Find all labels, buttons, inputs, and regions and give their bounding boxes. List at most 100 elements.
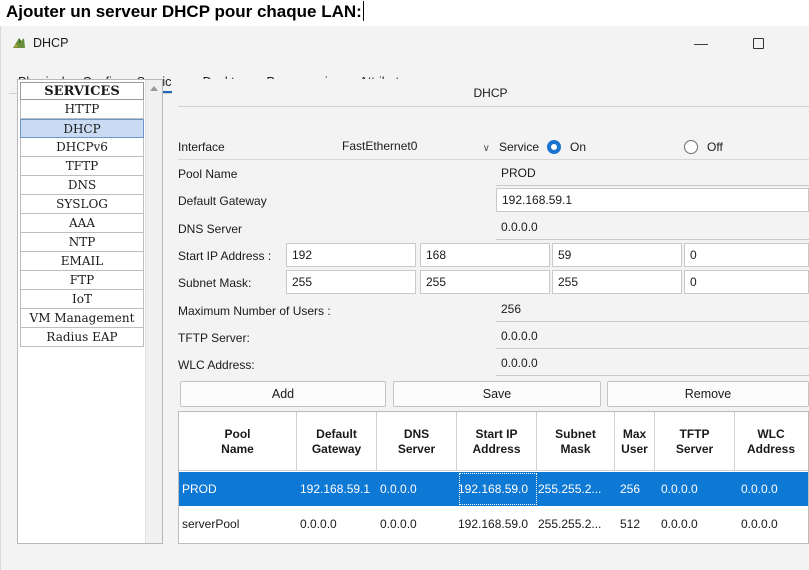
table-row[interactable]: PROD 192.168.59.1 0.0.0.0 192.168.59.0 2… — [179, 472, 808, 506]
tftp-label: TFTP Server: — [178, 331, 250, 345]
dns-input[interactable]: 0.0.0.0 — [496, 216, 809, 240]
table-cell: 255.255.2... — [538, 482, 602, 496]
chevron-down-icon: ∨ — [482, 143, 490, 154]
service-off-label: Off — [707, 140, 723, 154]
pool-table: Pool Name Default Gateway DNS Server Sta… — [178, 411, 809, 544]
column-header-label: TFTP Server — [675, 426, 714, 456]
column-header-pool-name[interactable]: Pool Name — [179, 412, 297, 471]
table-cell: PROD — [182, 482, 217, 496]
wlc-label: WLC Address: — [178, 358, 255, 372]
service-item-dhcpv6[interactable]: DHCPv6 — [20, 138, 144, 157]
start-ip-octet-2[interactable]: 168 — [420, 243, 550, 267]
subnet-octet-4[interactable]: 0 — [684, 270, 809, 294]
table-cell: 0.0.0.0 — [380, 482, 417, 496]
start-ip-octet-3[interactable]: 59 — [552, 243, 682, 267]
service-item-tftp[interactable]: TFTP — [20, 157, 144, 176]
router-icon — [13, 38, 25, 48]
table-row[interactable]: serverPool 0.0.0.0 0.0.0.0 192.168.59.0 … — [179, 507, 808, 541]
start-ip-octet-4[interactable]: 0 — [684, 243, 809, 267]
service-item-ftp[interactable]: FTP — [20, 271, 144, 290]
service-item-aaa[interactable]: AAA — [20, 214, 144, 233]
service-item-http[interactable]: HTTP — [20, 100, 144, 119]
column-header-label: Subnet Mask — [555, 426, 596, 456]
maximize-icon — [752, 37, 764, 49]
table-cell: 0.0.0.0 — [661, 482, 698, 496]
services-header: SERVICES — [20, 82, 144, 100]
column-header-subnet-mask[interactable]: Subnet Mask — [537, 412, 615, 471]
table-cell: serverPool — [182, 517, 240, 531]
subnet-octet-2[interactable]: 255 — [420, 270, 550, 294]
tftp-input[interactable]: 0.0.0.0 — [496, 325, 809, 349]
subnet-label: Subnet Mask: — [178, 276, 252, 290]
window-title: DHCP — [33, 36, 69, 50]
service-item-dhcp[interactable]: DHCP — [20, 119, 144, 138]
column-header-start-ip[interactable]: Start IP Address — [457, 412, 537, 471]
gateway-label: Default Gateway — [178, 194, 267, 208]
minimize-button[interactable]: — — [681, 30, 721, 56]
column-header-default-gateway[interactable]: Default Gateway — [297, 412, 377, 471]
column-header-max-user[interactable]: Max User — [615, 412, 655, 471]
service-item-email[interactable]: EMAIL — [20, 252, 144, 271]
instruction-text: Ajouter un serveur DHCP pour chaque LAN: — [6, 2, 362, 21]
column-header-label: Pool Name — [221, 426, 254, 456]
service-label: Service — [499, 140, 540, 154]
wlc-input[interactable]: 0.0.0.0 — [496, 352, 809, 376]
table-cell: 0.0.0.0 — [741, 517, 778, 531]
table-cell: 0.0.0.0 — [741, 482, 778, 496]
start-ip-octet-1[interactable]: 192 — [286, 243, 416, 267]
table-cell: 256 — [620, 482, 641, 496]
table-cell: 0.0.0.0 — [380, 517, 417, 531]
service-item-syslog[interactable]: SYSLOG — [20, 195, 144, 214]
gateway-input[interactable]: 192.168.59.1 — [496, 188, 809, 212]
pool-name-input[interactable]: PROD — [496, 162, 809, 186]
text-cursor — [362, 1, 364, 21]
services-panel: SERVICES HTTP DHCP DHCPv6 TFTP DNS SYSLO… — [17, 79, 163, 544]
start-ip-label: Start IP Address : — [178, 249, 272, 263]
column-header-label: Max User — [621, 426, 648, 456]
column-header-tftp-server[interactable]: TFTP Server — [655, 412, 735, 471]
scroll-up-icon[interactable] — [150, 86, 158, 91]
service-item-dns[interactable]: DNS — [20, 176, 144, 195]
service-off-radio[interactable] — [684, 140, 698, 154]
column-header-label: Start IP Address — [472, 426, 521, 456]
table-cell: 0.0.0.0 — [661, 517, 698, 531]
service-on-label: On — [570, 140, 587, 154]
max-users-input[interactable]: 256 — [496, 298, 809, 322]
column-header-label: WLC Address — [746, 426, 796, 456]
interface-select[interactable]: FastEthernet0 ∨ — [342, 136, 494, 158]
table-header: Pool Name Default Gateway DNS Server Sta… — [179, 412, 808, 471]
table-cell: 0.0.0.0 — [300, 517, 337, 531]
form-title: DHCP — [473, 86, 508, 100]
table-cell: 255.255.2... — [538, 517, 602, 531]
pool-name-label: Pool Name — [178, 167, 238, 181]
interface-label: Interface — [178, 140, 225, 154]
interface-value: FastEthernet0 — [342, 139, 418, 153]
column-header-label: DNS Server — [397, 426, 436, 456]
column-header-dns-server[interactable]: DNS Server — [377, 412, 457, 471]
service-item-vm-management[interactable]: VM Management — [20, 309, 144, 328]
column-header-wlc-address[interactable]: WLC Address — [735, 412, 808, 471]
service-item-radius-eap[interactable]: Radius EAP — [20, 328, 144, 347]
service-item-iot[interactable]: IoT — [20, 290, 144, 309]
table-cell: 192.168.59.1 — [300, 482, 371, 496]
column-header-label: Default Gateway — [311, 426, 362, 456]
service-item-ntp[interactable]: NTP — [20, 233, 144, 252]
service-on-radio[interactable] — [547, 140, 561, 154]
add-button[interactable]: Add — [180, 381, 386, 407]
dhcp-form: DHCP Interface FastEthernet0 ∨ Service O… — [172, 79, 809, 544]
table-cell: 192.168.59.0 — [458, 472, 538, 506]
subnet-octet-1[interactable]: 255 — [286, 270, 416, 294]
form-title-divider — [178, 106, 809, 107]
max-users-label: Maximum Number of Users : — [178, 304, 331, 318]
table-cell: 192.168.59.0 — [458, 517, 529, 531]
services-list: SERVICES HTTP DHCP DHCPv6 TFTP DNS SYSLO… — [20, 82, 144, 347]
instruction-caption: Ajouter un serveur DHCP pour chaque LAN: — [6, 0, 364, 26]
maximize-button[interactable] — [738, 30, 778, 56]
dns-label: DNS Server — [178, 222, 243, 236]
save-button[interactable]: Save — [393, 381, 601, 407]
table-cell: 512 — [620, 517, 641, 531]
subnet-octet-3[interactable]: 255 — [552, 270, 682, 294]
remove-button[interactable]: Remove — [607, 381, 809, 407]
minimize-icon: — — [694, 35, 708, 51]
services-scrollbar[interactable] — [145, 80, 162, 543]
